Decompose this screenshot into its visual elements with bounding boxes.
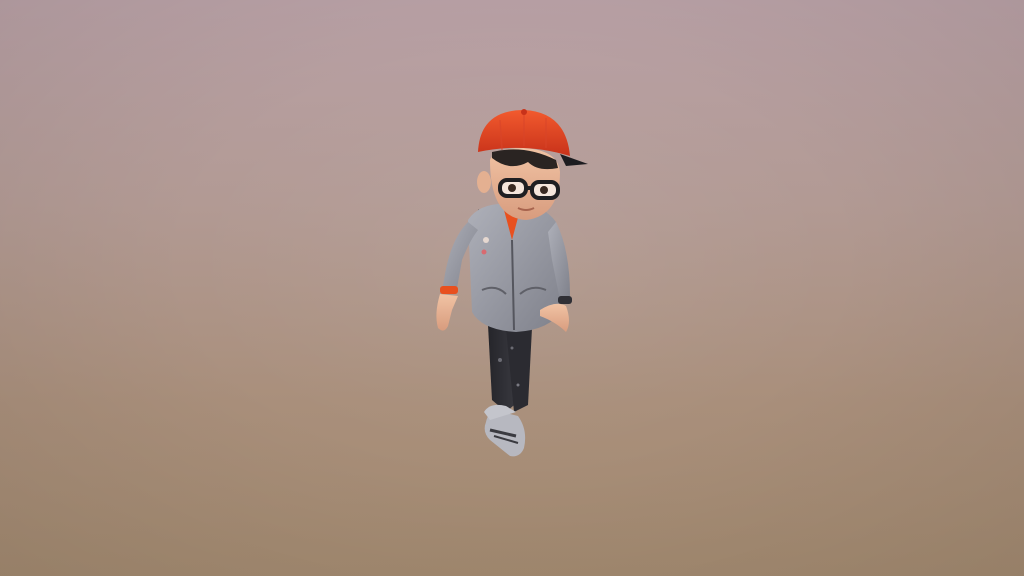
- 3d-viewport[interactable]: [0, 0, 1024, 576]
- left-hand: [436, 294, 458, 331]
- character-model[interactable]: [420, 100, 610, 470]
- ear: [477, 171, 491, 193]
- cap-brim: [560, 154, 588, 166]
- sneakers: [484, 404, 526, 457]
- pants: [488, 325, 532, 412]
